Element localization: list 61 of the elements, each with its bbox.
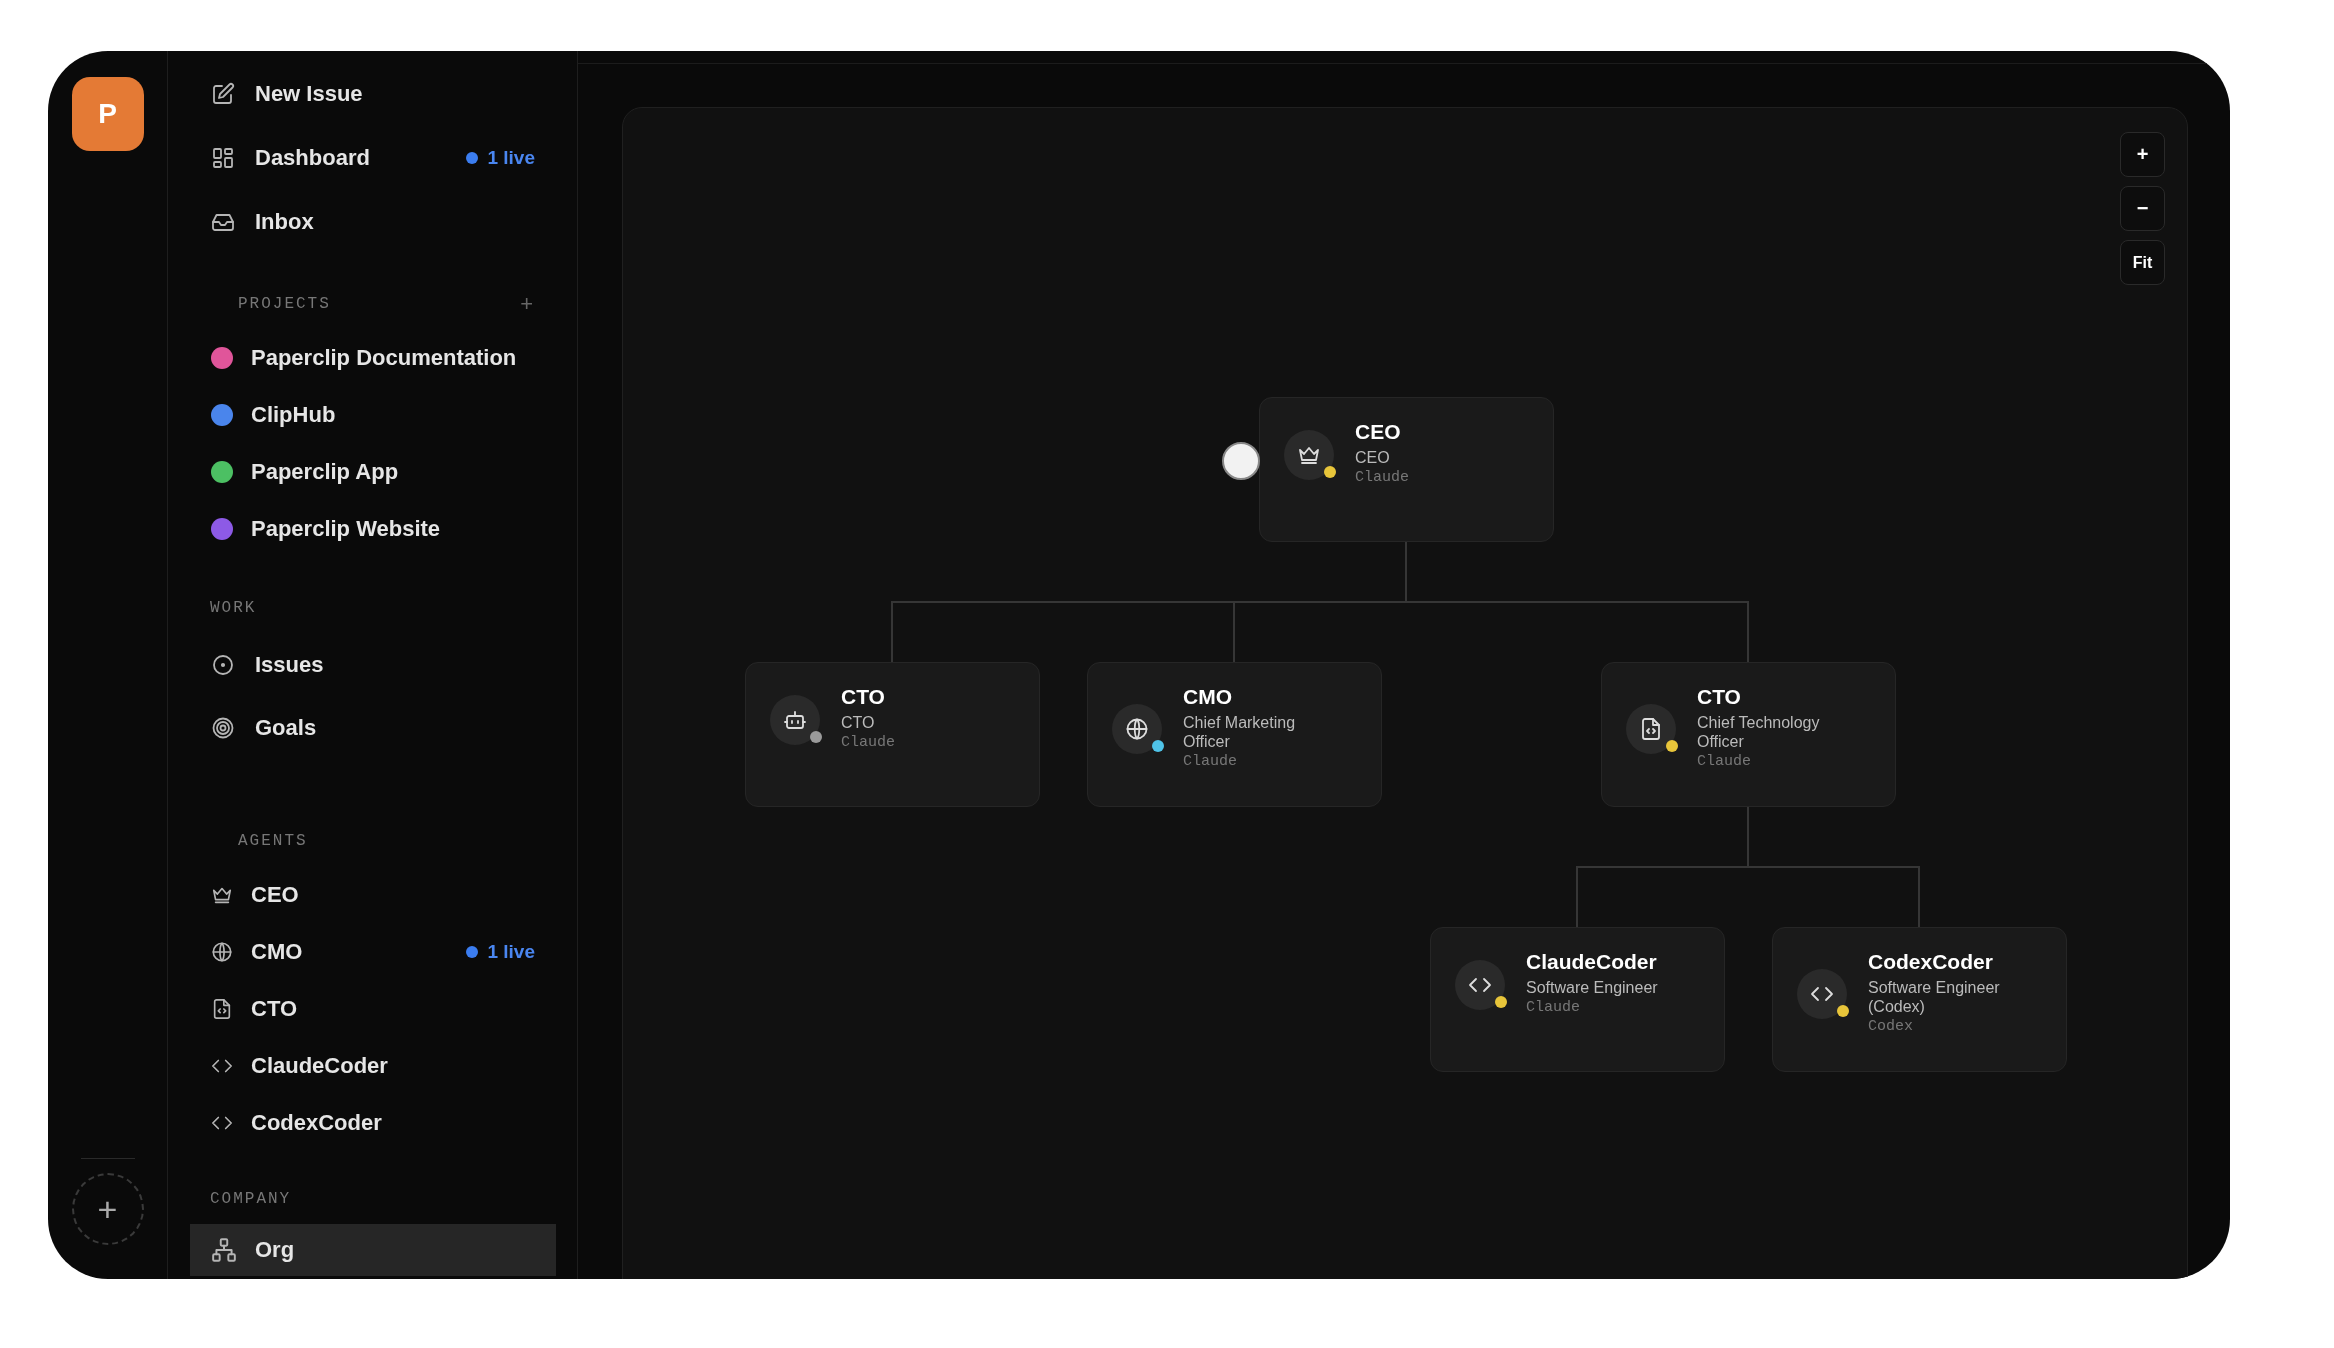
sidebar-item[interactable]: ClipHub xyxy=(168,386,577,443)
sidebar-item[interactable]: CEO xyxy=(168,866,577,923)
org-node-card[interactable]: CTO Chief Technology Officer Claude xyxy=(1601,662,1896,807)
agent-model: Claude xyxy=(1355,468,1410,488)
code-file-icon xyxy=(211,997,233,1020)
org-node-card[interactable]: CTO CTO Claude xyxy=(745,662,1040,807)
live-count: 1 live xyxy=(487,940,535,963)
agent-name: CMO xyxy=(1183,685,1233,709)
zoom-out-button[interactable]: − xyxy=(2120,186,2165,231)
dashboard-icon xyxy=(211,146,235,170)
globe-icon xyxy=(1125,717,1149,741)
agent-name: ClaudeCoder xyxy=(1526,950,1658,974)
globe-icon xyxy=(211,940,233,963)
agent-model: Claude xyxy=(1697,752,1752,772)
fit-button[interactable]: Fit xyxy=(2120,240,2165,285)
section-heading: WORK xyxy=(210,599,258,617)
agent-role: CEO xyxy=(1355,448,1391,467)
sidebar-item[interactable]: Goals xyxy=(168,696,577,759)
agent-role: Chief Technology Officer xyxy=(1697,713,1821,751)
sidebar-item[interactable]: ClaudeCoder xyxy=(168,1037,577,1094)
circle-dot-icon xyxy=(211,652,235,677)
org-node-card[interactable]: ClaudeCoder Software Engineer Claude xyxy=(1430,927,1725,1072)
sidebar-item[interactable]: CMO 1 live xyxy=(168,923,577,980)
live-count: 1 live xyxy=(487,147,535,169)
agent-role: Software Engineer xyxy=(1526,978,1659,997)
sidebar-item[interactable]: Paperclip Website xyxy=(168,500,577,557)
agent-name: CTO xyxy=(1697,685,1742,709)
section-heading: COMPANY xyxy=(210,1190,293,1208)
agent-model: Claude xyxy=(1526,998,1581,1018)
sidebar-item[interactable]: CTO xyxy=(168,980,577,1037)
section-heading: AGENTS xyxy=(238,832,309,850)
org-node-card[interactable]: CodexCoder Software Engineer (Codex) Codex xyxy=(1772,927,2067,1072)
agent-model: Claude xyxy=(1183,752,1238,772)
code-file-icon xyxy=(1639,717,1663,741)
node-handle[interactable] xyxy=(1222,442,1260,480)
sidebar-item[interactable]: Paperclip Documentation xyxy=(168,329,577,386)
zoom-in-button[interactable]: + xyxy=(2120,132,2165,177)
sidebar-item[interactable]: Paperclip App xyxy=(168,443,577,500)
agent-role: Chief Marketing Officer xyxy=(1183,713,1297,751)
section-heading: PROJECTS xyxy=(238,295,332,313)
live-dot xyxy=(466,152,479,164)
target-icon xyxy=(211,715,235,740)
sidebar-item[interactable]: Org xyxy=(190,1224,556,1276)
edit-icon xyxy=(211,82,235,106)
org-node-card[interactable]: CEO CEO Claude xyxy=(1259,397,1554,542)
agent-model: Codex xyxy=(1868,1017,1914,1037)
org-chart-icon xyxy=(211,1237,237,1263)
sidebar-item[interactable]: Issues xyxy=(168,633,577,696)
add-company-button[interactable]: + xyxy=(71,1173,144,1245)
agent-name: CTO xyxy=(841,685,886,709)
sidebar-item[interactable]: Inbox xyxy=(168,190,577,254)
live-dot xyxy=(466,945,479,958)
agent-model: Claude xyxy=(841,733,896,753)
agent-name: CEO xyxy=(1355,420,1402,444)
agent-name: CodexCoder xyxy=(1868,950,1994,974)
sidebar-item[interactable]: New Issue xyxy=(168,62,577,126)
agent-role: Software Engineer (Codex) xyxy=(1868,978,2001,1016)
sidebar-item[interactable]: Dashboard 1 live xyxy=(168,126,577,190)
agent-role: CTO xyxy=(841,713,876,732)
org-node-card[interactable]: CMO Chief Marketing Officer Claude xyxy=(1087,662,1382,807)
sidebar-item[interactable]: CodexCoder xyxy=(168,1094,577,1151)
